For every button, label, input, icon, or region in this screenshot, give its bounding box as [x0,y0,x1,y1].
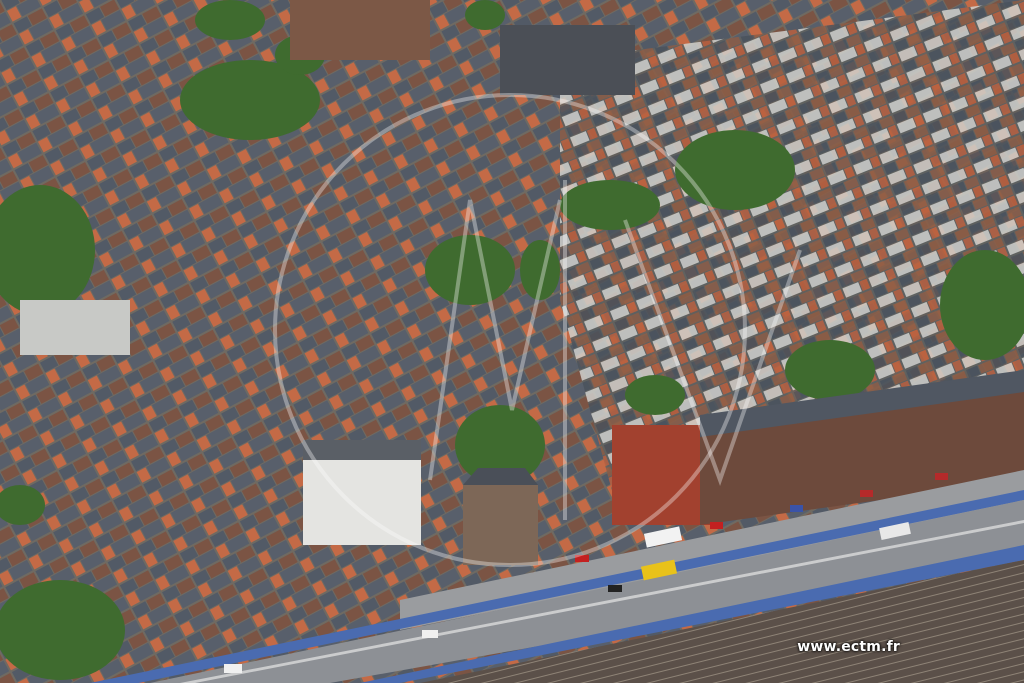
watermark-text: www.ectm.fr [797,639,900,655]
flat-roof-building [20,300,130,355]
aerial-photo [0,0,1024,683]
church-hall-roof [500,25,635,95]
large-brick-block [290,0,430,60]
tall-white-building [303,450,421,545]
brick-tower [463,485,538,565]
tall-white-building-roof [303,440,421,460]
